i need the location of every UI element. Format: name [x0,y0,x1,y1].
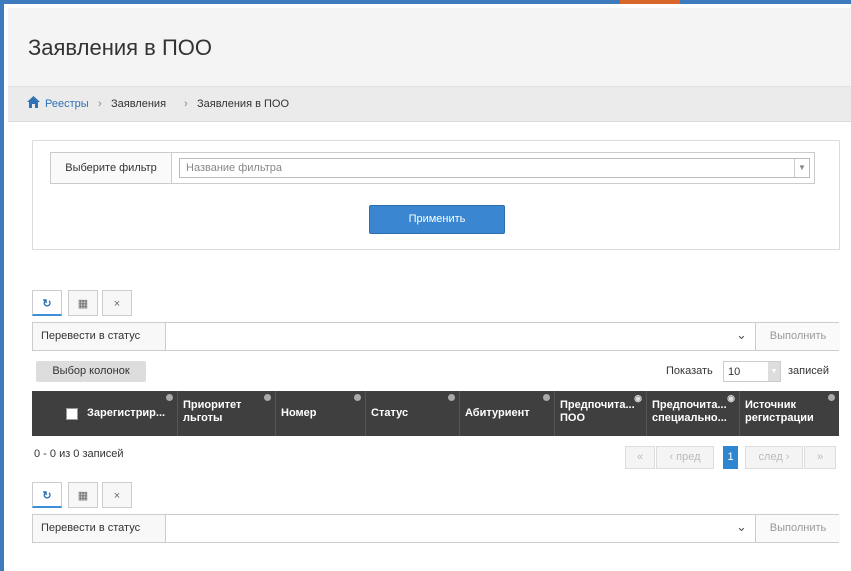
top-accent-bar [0,0,851,4]
status-action-label: Перевести в статус [33,515,166,542]
refresh-icon[interactable]: ↻ [32,290,62,316]
gear-icon[interactable] [448,394,455,401]
chevron-down-icon[interactable]: ⌄ [736,519,747,535]
eye-icon[interactable]: ◉ [634,393,642,404]
breadcrumb-current: Заявления в ПОО [197,98,289,110]
chevron-down-icon[interactable]: ▼ [768,362,780,381]
column-header-label: Абитуриент [465,407,530,419]
column-header-label: Зарегистрир... [87,407,166,419]
breadcrumb-link-registries[interactable]: Реестры [45,98,89,110]
column-header-source[interactable]: Источник регистрации [740,391,839,436]
chevron-down-icon[interactable]: ▼ [794,159,809,177]
breadcrumb: Реестры › Заявления › Заявления в ПОО [8,87,851,122]
column-header-label: Номер [281,407,317,419]
filter-label: Выберите фильтр [50,152,171,184]
clear-icon[interactable]: × [102,290,132,316]
refresh-icon[interactable]: ↻ [32,482,62,508]
grid-toolbar-bottom: ↻ ▦ × [32,482,136,508]
gear-icon[interactable] [543,394,550,401]
apply-filter-button[interactable]: Применить [369,205,505,234]
left-accent-bar [0,0,4,571]
column-header-preferred-specialty[interactable]: Предпочита... специально... ◉ [647,391,740,436]
column-header-label: Источник регистрации [745,399,814,424]
page-size-select[interactable]: 10 ▼ [723,361,781,382]
execute-button[interactable]: Выполнить [755,515,840,542]
pager-page-current[interactable]: 1 [723,446,738,469]
columns-icon[interactable]: ▦ [68,482,98,508]
gear-icon[interactable] [166,394,173,401]
select-all-checkbox[interactable] [66,408,78,420]
grid-toolbar-top: ↻ ▦ × [32,290,136,316]
filter-select-wrapper: Название фильтра ▼ [171,152,815,184]
page-header: Заявления в ПОО [8,8,851,87]
columns-icon[interactable]: ▦ [68,290,98,316]
breadcrumb-separator: › [98,98,102,110]
status-select[interactable] [167,515,757,542]
column-header-preferred-poo[interactable]: Предпочита... ПОО ◉ [555,391,647,436]
column-header-status[interactable]: Статус [366,391,460,436]
status-action-row-top: Перевести в статус ⌄ Выполнить [32,322,840,351]
breadcrumb-separator: › [184,98,188,110]
pager-first-button[interactable]: « [625,446,655,469]
top-accent-highlight [620,0,680,4]
filter-select[interactable]: Название фильтра ▼ [179,158,810,178]
breadcrumb-item-applications[interactable]: Заявления [111,98,166,110]
page-size-label: Показать [666,365,713,377]
gear-icon[interactable] [828,394,835,401]
eye-icon[interactable]: ◉ [727,393,735,404]
records-label: записей [788,365,830,377]
records-summary: 0 - 0 из 0 записей [34,448,124,460]
chevron-down-icon[interactable]: ⌄ [736,327,747,343]
pager-last-button[interactable]: » [804,446,836,469]
execute-button[interactable]: Выполнить [755,323,840,350]
column-header-label: Предпочита... специально... [652,399,727,424]
column-header-label: Статус [371,407,409,419]
filter-panel: Выберите фильтр Название фильтра ▼ Приме… [32,140,840,250]
column-choice-button[interactable]: Выбор колонок [36,361,146,382]
grid-header: Зарегистрир... Приоритет льготы Номер Ст… [32,391,839,436]
column-header-number[interactable]: Номер [276,391,366,436]
filter-select-placeholder: Название фильтра [186,162,282,174]
pager-next-button[interactable]: след › [745,446,803,469]
column-header-label: Приоритет льготы [183,399,242,424]
page-size-value: 10 [728,366,741,378]
clear-icon[interactable]: × [102,482,132,508]
column-header-priority[interactable]: Приоритет льготы [178,391,276,436]
gear-icon[interactable] [264,394,271,401]
gear-icon[interactable] [354,394,361,401]
status-action-row-bottom: Перевести в статус ⌄ Выполнить [32,514,840,543]
column-header-label: Предпочита... ПОО [560,399,635,424]
status-action-label: Перевести в статус [33,323,166,350]
column-header-registered[interactable]: Зарегистрир... [32,391,178,436]
column-header-applicant[interactable]: Абитуриент [460,391,555,436]
home-icon[interactable] [27,96,40,108]
page-title: Заявления в ПОО [28,35,212,60]
status-select[interactable] [167,323,757,350]
pager-prev-button[interactable]: ‹ пред [656,446,714,469]
